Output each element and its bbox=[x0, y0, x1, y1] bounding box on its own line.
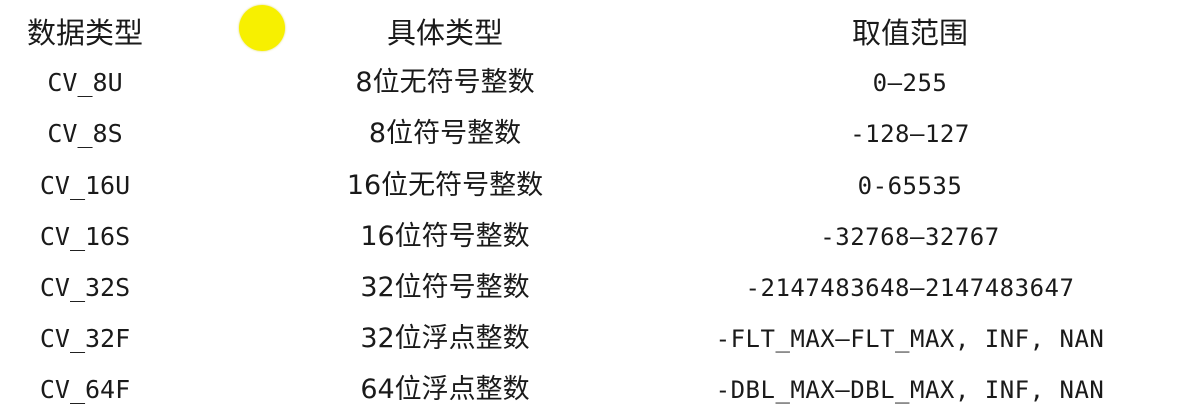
table-row: CV_32F 32位浮点整数 -FLT_MAX—FLT_MAX, INF, NA… bbox=[0, 313, 1179, 365]
specific-type-cell: 64位浮点整数 bbox=[360, 374, 530, 405]
cursor-highlight-icon bbox=[239, 5, 285, 51]
specific-type-cell: 32位浮点整数 bbox=[360, 323, 530, 354]
header-specific-type: 具体类型 bbox=[386, 16, 503, 50]
data-type-cell: CV_32F bbox=[39, 324, 131, 353]
data-type-cell: CV_16S bbox=[39, 222, 131, 251]
value-range-cell: 0-65535 bbox=[857, 172, 963, 200]
header-value-range: 取值范围 bbox=[851, 16, 968, 50]
data-type-cell: CV_8S bbox=[47, 119, 123, 148]
value-range-cell: -2147483648—2147483647 bbox=[745, 274, 1075, 302]
data-type-cell: CV_16U bbox=[39, 171, 131, 200]
table-row: CV_16S 16位符号整数 -32768—32767 bbox=[0, 211, 1179, 263]
value-range-cell: -DBL_MAX—DBL_MAX, INF, NAN bbox=[715, 376, 1105, 404]
table-row: CV_16U 16位无符号整数 0-65535 bbox=[0, 160, 1179, 212]
header-data-type: 数据类型 bbox=[26, 16, 143, 50]
data-type-cell: CV_64F bbox=[39, 375, 131, 404]
table-row: CV_32S 32位符号整数 -2147483648—2147483647 bbox=[0, 262, 1179, 314]
table-row: CV_8U 8位无符号整数 0—255 bbox=[0, 57, 1179, 109]
data-type-cell: CV_8U bbox=[47, 68, 123, 97]
specific-type-cell: 16位无符号整数 bbox=[346, 170, 544, 201]
specific-type-cell: 32位符号整数 bbox=[360, 272, 530, 303]
table-row: CV_64F 64位浮点整数 -DBL_MAX—DBL_MAX, INF, NA… bbox=[0, 364, 1179, 416]
value-range-cell: -128—127 bbox=[850, 120, 970, 148]
value-range-cell: -32768—32767 bbox=[820, 223, 1000, 251]
specific-type-cell: 8位无符号整数 bbox=[355, 67, 535, 98]
value-range-cell: 0—255 bbox=[872, 69, 948, 97]
data-type-cell: CV_32S bbox=[39, 273, 131, 302]
specific-type-cell: 16位符号整数 bbox=[360, 221, 530, 252]
data-type-table: 数据类型 具体类型 取值范围 CV_8U 8位无符号整数 0—255 CV_8S… bbox=[0, 0, 1179, 415]
table-row: CV_8S 8位符号整数 -128—127 bbox=[0, 108, 1179, 160]
value-range-cell: -FLT_MAX—FLT_MAX, INF, NAN bbox=[715, 325, 1105, 353]
table-header-row: 数据类型 具体类型 取值范围 bbox=[0, 7, 1179, 59]
specific-type-cell: 8位符号整数 bbox=[368, 118, 522, 149]
